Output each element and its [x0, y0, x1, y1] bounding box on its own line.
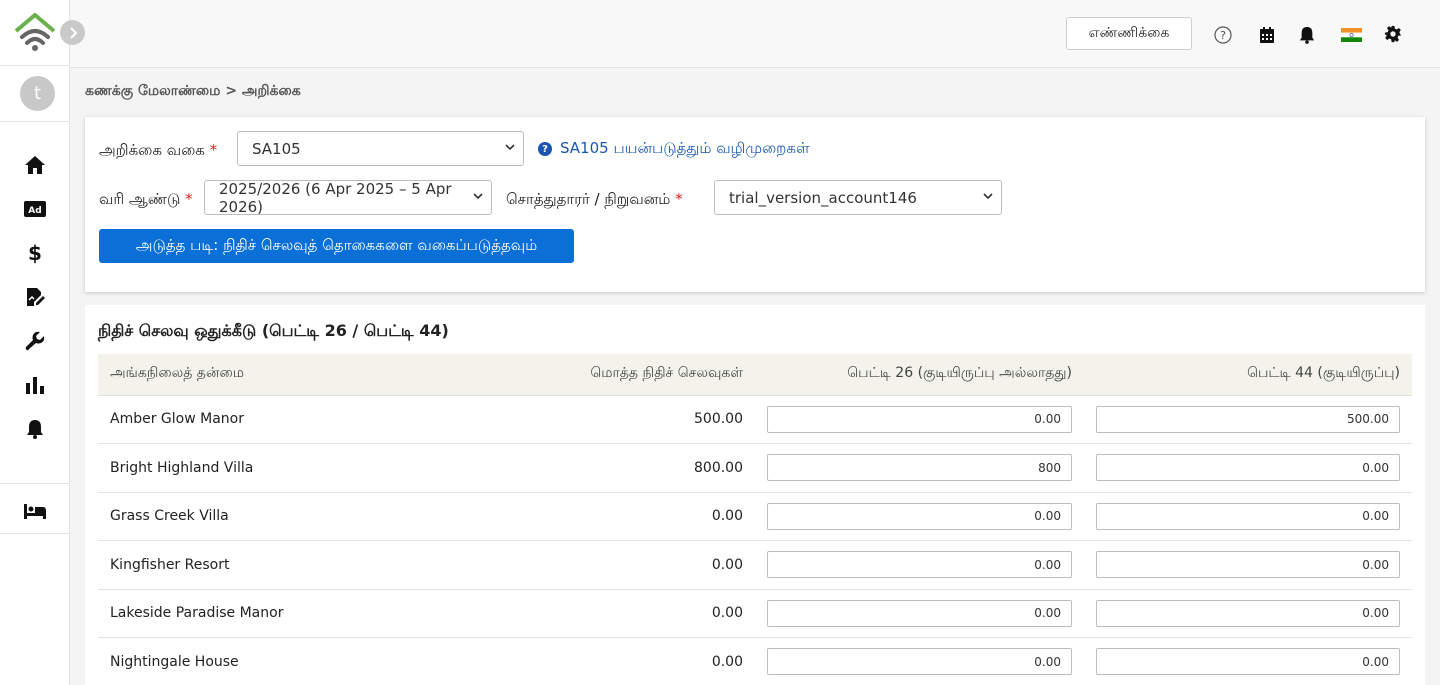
- sidebar-divider: [0, 483, 70, 484]
- owner-label: சொத்துதாரர் / நிறுவனம் *: [506, 190, 683, 210]
- topbar: எண்ணிக்கை ?: [70, 0, 1440, 68]
- box26-input[interactable]: 800: [767, 454, 1072, 482]
- next-step-button[interactable]: அடுத்த படி: நிதிச் செலவுத் தொகைகளை வகைப்…: [99, 229, 574, 263]
- owner-value: trial_version_account146: [729, 188, 917, 207]
- home-icon[interactable]: [22, 153, 48, 177]
- required-mark: *: [185, 190, 193, 208]
- chevron-down-icon: [505, 144, 515, 151]
- question-circle-icon: ?: [538, 142, 552, 156]
- box26-input[interactable]: 0.00: [767, 405, 1072, 433]
- breadcrumb-current: அறிக்கை: [241, 83, 301, 99]
- breadcrumb: கணக்கு மேலாண்மை > அறிக்கை: [85, 83, 301, 101]
- sidebar-divider: [0, 65, 70, 66]
- box44-input[interactable]: 0.00: [1096, 551, 1400, 579]
- property-name: Kingfisher Resort: [110, 556, 230, 573]
- property-name: Grass Creek Villa: [110, 508, 229, 525]
- bell-icon[interactable]: [22, 417, 48, 441]
- table-row: Grass Creek Villa 0.00 0.00 0.00: [98, 492, 1412, 541]
- table-row: Nightingale House 0.00 0.00 0.00: [98, 638, 1412, 685]
- box26-input[interactable]: 0.00: [767, 551, 1072, 579]
- column-header-property: அங்கநிலைத் தன்மை: [98, 354, 443, 396]
- dollar-icon[interactable]: $: [22, 241, 48, 265]
- tax-year-value: 2025/2026 (6 Apr 2025 – 5 Apr 2026): [219, 179, 452, 216]
- sidebar: t Ad $: [0, 0, 70, 685]
- box44-input[interactable]: 0.00: [1096, 648, 1400, 676]
- column-header-box26: பெட்டி 26 (குடியிருப்பு அல்லாதது): [755, 354, 1084, 396]
- property-name: Lakeside Paradise Manor: [110, 605, 284, 622]
- tax-year-label: வரி ஆண்டு *: [99, 190, 193, 210]
- box44-input[interactable]: 0.00: [1096, 599, 1400, 627]
- sidebar-divider: [0, 121, 70, 122]
- column-header-box44: பெட்டி 44 (குடியிருப்பு): [1084, 354, 1412, 396]
- tax-year-select[interactable]: 2025/2026 (6 Apr 2025 – 5 Apr 2026): [204, 179, 492, 216]
- total-finance-cost: 500.00: [694, 411, 743, 428]
- tax-year-label-text: வரி ஆண்டு: [99, 190, 181, 208]
- box26-input[interactable]: 0.00: [767, 648, 1072, 676]
- total-finance-cost: 800.00: [694, 459, 743, 476]
- bed-icon[interactable]: [22, 499, 48, 523]
- document-edit-icon[interactable]: [22, 285, 48, 309]
- owner-label-text: சொத்துதாரர் / நிறுவனம்: [506, 190, 671, 208]
- box26-input[interactable]: 0.00: [767, 599, 1072, 627]
- property-name: Bright Highland Villa: [110, 459, 254, 476]
- notification-bell-icon[interactable]: [1296, 24, 1318, 46]
- report-form-card: அறிக்கை வகை * SA105 ? SA105 பயன்படுத்தும…: [85, 117, 1425, 292]
- table-row: Lakeside Paradise Manor 0.00 0.00 0.00: [98, 589, 1412, 638]
- svg-text:?: ?: [1220, 29, 1226, 42]
- total-finance-cost: 0.00: [711, 653, 743, 670]
- settings-gear-icon[interactable]: [1382, 23, 1404, 45]
- property-name: Nightingale House: [110, 653, 239, 670]
- table-row: Amber Glow Manor 500.00 0.00 500.00: [98, 395, 1412, 444]
- total-finance-cost: 0.00: [711, 605, 743, 622]
- owner-select[interactable]: trial_version_account146: [714, 180, 1002, 215]
- breadcrumb-parent[interactable]: கணக்கு மேலாண்மை: [85, 83, 220, 99]
- required-mark: *: [209, 141, 218, 159]
- dollar-icon-glyph: $: [28, 241, 42, 265]
- total-finance-cost: 0.00: [711, 508, 743, 525]
- required-mark: *: [675, 190, 683, 208]
- box44-input[interactable]: 500.00: [1096, 405, 1400, 433]
- help-link-text: SA105 பயன்படுத்தும் வழிமுறைகள்: [560, 139, 810, 157]
- avatar[interactable]: t: [20, 76, 55, 111]
- sidebar-divider: [0, 533, 70, 534]
- wrench-icon[interactable]: [22, 329, 48, 353]
- avatar-initial: t: [33, 83, 42, 104]
- report-type-select[interactable]: SA105: [237, 131, 524, 166]
- table-header-row: அங்கநிலைத் தன்மை மொத்த நிதிச் செலவுகள் ப…: [98, 354, 1412, 396]
- table-row: Kingfisher Resort 0.00 0.00 0.00: [98, 541, 1412, 589]
- box44-input[interactable]: 0.00: [1096, 502, 1400, 530]
- calendar-icon[interactable]: [1256, 24, 1278, 46]
- help-link[interactable]: ? SA105 பயன்படுத்தும் வழிமுறைகள்: [538, 139, 810, 159]
- breadcrumb-separator: >: [225, 83, 238, 99]
- report-type-value: SA105: [252, 139, 301, 158]
- chevron-down-icon: [473, 193, 483, 200]
- total-finance-cost: 0.00: [711, 556, 743, 573]
- bar-chart-icon[interactable]: [22, 373, 48, 397]
- box26-input[interactable]: 0.00: [767, 502, 1072, 530]
- report-type-label-text: அறிக்கை வகை: [99, 141, 205, 159]
- count-button[interactable]: எண்ணிக்கை: [1066, 17, 1192, 50]
- india-flag-icon[interactable]: [1340, 24, 1362, 46]
- logo[interactable]: [14, 13, 56, 53]
- table-row: Bright Highland Villa 800.00 800 0.00: [98, 444, 1412, 492]
- help-icon[interactable]: ?: [1212, 24, 1234, 46]
- box44-input[interactable]: 0.00: [1096, 454, 1400, 482]
- table-title: நிதிச் செலவு ஒதுக்கீடு (பெட்டி 26 / பெட்…: [98, 321, 449, 340]
- column-header-total: மொத்த நிதிச் செலவுகள்: [443, 354, 755, 396]
- property-name: Amber Glow Manor: [110, 411, 244, 428]
- report-type-label: அறிக்கை வகை *: [99, 141, 217, 161]
- chevron-down-icon: [983, 193, 993, 200]
- ad-icon-label: Ad: [28, 206, 41, 216]
- allocation-table-card: நிதிச் செலவு ஒதுக்கீடு (பெட்டி 26 / பெட்…: [85, 305, 1425, 685]
- sidebar-toggle-button[interactable]: [60, 20, 85, 45]
- allocation-table: அங்கநிலைத் தன்மை மொத்த நிதிச் செலவுகள் ப…: [98, 354, 1412, 685]
- ad-icon[interactable]: Ad: [22, 197, 48, 221]
